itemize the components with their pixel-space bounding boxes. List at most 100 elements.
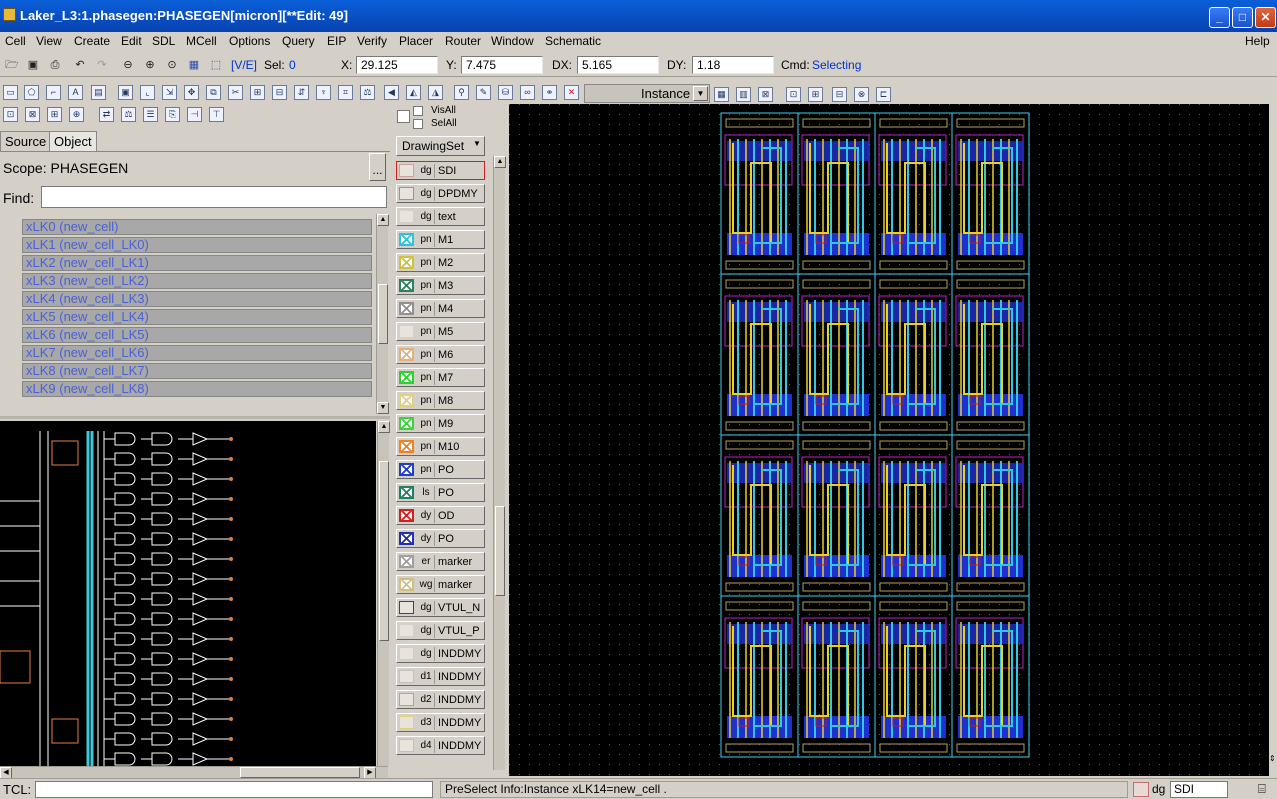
tab-source[interactable]: Source [0,131,52,151]
dx-field[interactable]: 5.165 [577,56,659,74]
x-coordinate-field[interactable]: 29.125 [356,56,438,74]
layer-button[interactable]: dg VTUL_P [396,621,485,640]
ruler-tool-icon[interactable]: ⌞ [140,85,155,100]
remove-icon[interactable]: ⊗ [854,87,869,102]
layer-scroll-up-icon[interactable]: ▲ [494,156,506,168]
split-tool-icon[interactable]: ⊟ [272,85,287,100]
scope-browse-button[interactable]: ... [369,153,386,181]
merge-tool-icon[interactable]: ⊞ [250,85,265,100]
find-input[interactable] [41,186,387,208]
frame-icon[interactable]: ⊏ [876,87,891,102]
pin-icon[interactable]: ⊕ [69,107,84,122]
instance-list-scrollbar[interactable]: ▲ ▼ [376,214,389,414]
hierarchy-tool-icon[interactable]: ⇵ [294,85,309,100]
layer-button[interactable]: dg DPDMY [396,184,485,203]
tcl-command-input[interactable] [35,781,433,798]
pin-view-icon[interactable]: ⊠ [758,87,773,102]
schematic-scroll-up-icon[interactable]: ▲ [378,421,390,433]
layer-button[interactable]: pn M4 [396,299,485,318]
layer-view-icon[interactable]: ▥ [736,87,751,102]
schematic-scroll-thumb[interactable] [379,461,389,641]
menu-cell[interactable]: Cell [5,34,26,48]
move-tool-icon[interactable]: ✥ [184,85,199,100]
hscroll-thumb[interactable] [240,767,360,778]
cell-icon[interactable]: ⊡ [3,107,18,122]
layer-button[interactable]: pn M9 [396,414,485,433]
binocular-icon[interactable]: ∞ [520,85,535,100]
menu-sdl[interactable]: SDL [152,34,175,48]
layer-button[interactable]: dg SDI [396,161,485,180]
instance-tool-icon[interactable]: ▤ [91,85,106,100]
menu-verify[interactable]: Verify [357,34,387,48]
schematic-hscroll[interactable]: ◀ ▶ [0,766,388,779]
highlight-icon[interactable]: ✎ [476,85,491,100]
zoom-in-icon[interactable]: ⊕ [141,56,159,74]
scroll-down-icon[interactable]: ▼ [377,402,389,414]
instance-list-item[interactable]: xLK4 (new_cell_LK3) [22,291,372,307]
grid-view-icon[interactable]: ▦ [714,87,729,102]
maximize-button[interactable]: □ [1232,7,1253,28]
list-icon[interactable]: ☰ [143,107,158,122]
flip-icon[interactable]: ◭ [406,85,421,100]
layer-button[interactable]: er marker [396,552,485,571]
undo-icon[interactable]: ↶ [71,56,89,74]
probe-icon[interactable]: ⚲ [454,85,469,100]
layer-button[interactable]: pn M1 [396,230,485,249]
layer-button[interactable]: dg VTUL_N [396,598,485,617]
rectangle-tool-icon[interactable]: ▭ [3,85,18,100]
menu-mcell[interactable]: MCell [186,34,217,48]
doc-icon[interactable]: ⎘ [165,107,180,122]
layer-button[interactable]: pn PO [396,460,485,479]
boundary-icon[interactable]: ⊟ [832,87,847,102]
instance-list-item[interactable]: xLK0 (new_cell) [22,219,372,235]
instance-list-item[interactable]: xLK2 (new_cell_LK1) [22,255,372,271]
menu-options[interactable]: Options [229,34,270,48]
save-icon[interactable]: ▣ [24,56,42,74]
instance-list-item[interactable]: xLK9 (new_cell_LK8) [22,381,372,397]
layer-button[interactable]: wg marker [396,575,485,594]
align-icon[interactable]: ⊣ [187,107,202,122]
cylinder-icon[interactable]: ⛁ [498,85,513,100]
layer-button[interactable]: dg text [396,207,485,226]
layer-scroll-thumb[interactable] [495,506,505,596]
layer-button[interactable]: dy OD [396,506,485,525]
instance-list-item[interactable]: xLK7 (new_cell_LK6) [22,345,372,361]
zoom-fit-icon[interactable]: ⊙ [163,56,181,74]
array-tool-icon[interactable]: ⌗ [338,85,353,100]
clear-icon[interactable]: ✕ [564,85,579,100]
tree-tool-icon[interactable]: ♆ [316,85,331,100]
balance-tool-icon[interactable]: ⚖ [360,85,375,100]
net-icon[interactable]: ⊞ [808,87,823,102]
menu-eip[interactable]: EIP [327,34,346,48]
layer-button[interactable]: d1 INDDMY [396,667,485,686]
zoom-box-icon[interactable]: ▦ [185,56,203,74]
layer-button[interactable]: ls PO [396,483,485,502]
rotate-icon[interactable]: ◮ [428,85,443,100]
redo-icon[interactable]: ↷ [93,56,111,74]
layer-button[interactable]: d2 INDDMY [396,690,485,709]
layer-list-scrollbar[interactable]: ▲ [493,156,506,770]
polygon-tool-icon[interactable]: ⬠ [24,85,39,100]
layer-button[interactable]: pn M2 [396,253,485,272]
menu-view[interactable]: View [36,34,62,48]
layer-button[interactable]: dg INDDMY [396,644,485,663]
layer-button[interactable]: d4 INDDMY [396,736,485,755]
current-layer-name[interactable]: SDI [1170,781,1228,798]
menu-placer[interactable]: Placer [399,34,433,48]
instance-list-item[interactable]: xLK8 (new_cell_LK7) [22,363,372,379]
visall-checkbox[interactable] [397,110,410,123]
layer-button[interactable]: pn M10 [396,437,485,456]
flip-left-icon[interactable]: ◀ [384,85,399,100]
find-icon[interactable]: ⚭ [542,85,557,100]
drc-icon[interactable]: ⊡ [786,87,801,102]
menu-query[interactable]: Query [282,34,315,48]
layer-button[interactable]: dy PO [396,529,485,548]
drawing-set-dropdown[interactable]: DrawingSet ▼ [396,136,485,156]
tree-icon[interactable]: ⊤ [209,107,224,122]
menu-schematic[interactable]: Schematic [545,34,601,48]
scroll-up-icon[interactable]: ▲ [377,214,389,226]
stretch-tool-icon[interactable]: ⇲ [162,85,177,100]
layer-button[interactable]: pn M6 [396,345,485,364]
net-tool-icon[interactable]: ⊠ [25,107,40,122]
y-coordinate-field[interactable]: 7.475 [461,56,543,74]
